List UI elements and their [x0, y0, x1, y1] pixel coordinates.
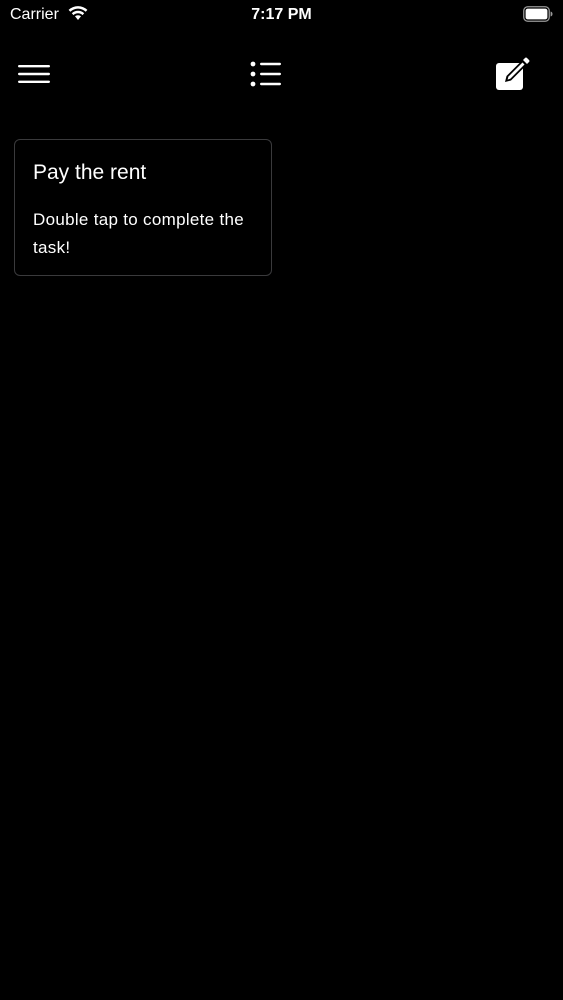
clock: 7:17 PM: [251, 6, 312, 23]
task-card[interactable]: Pay the rent Double tap to complete the …: [14, 139, 272, 276]
status-bar: Carrier 7:17 PM: [0, 0, 563, 30]
task-title: Pay the rent: [33, 161, 147, 184]
menu-button[interactable]: [14, 56, 54, 96]
list-icon: [250, 60, 282, 93]
compose-icon: [493, 56, 531, 97]
compose-button[interactable]: [492, 56, 532, 96]
toolbar: [0, 50, 563, 104]
list-view-button[interactable]: [246, 56, 286, 96]
hamburger-menu-icon: [17, 62, 51, 91]
task-hint: Double tap to complete the task!: [33, 210, 244, 257]
battery-full-icon: [523, 6, 553, 22]
